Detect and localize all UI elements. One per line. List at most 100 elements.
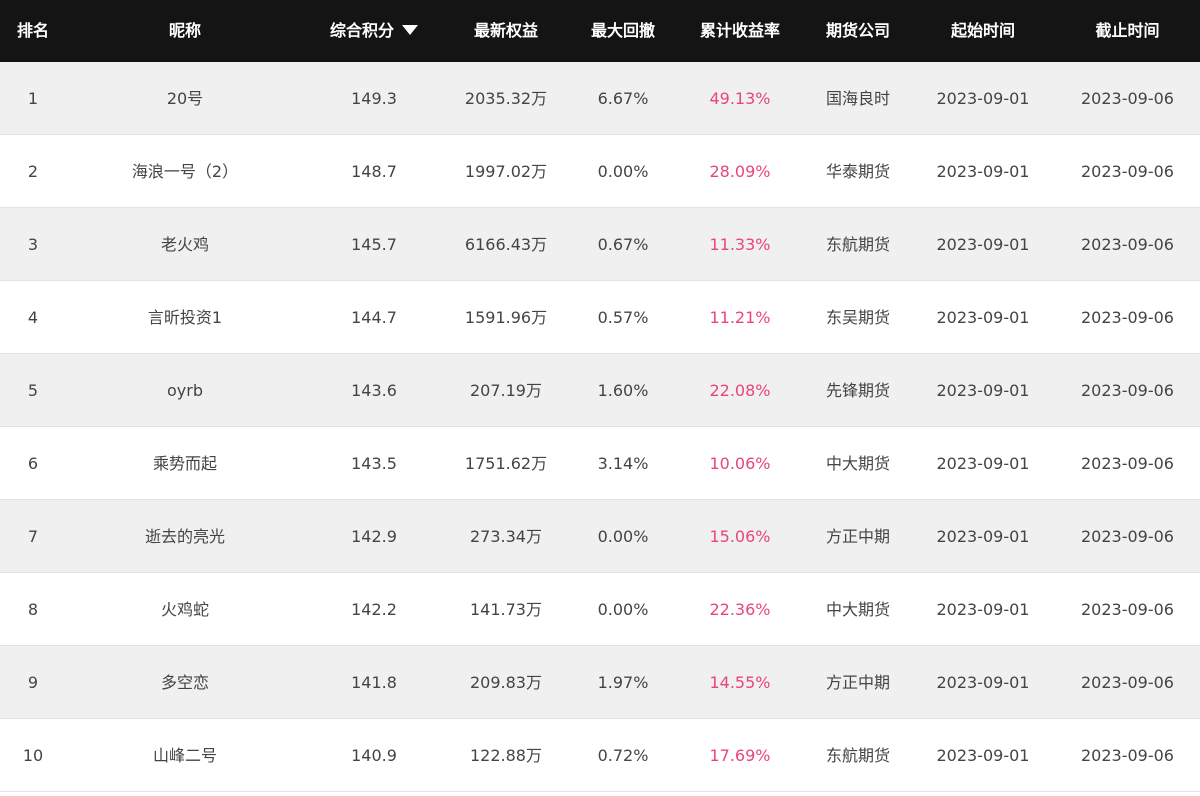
cell-cumulative-return: 14.55%: [709, 673, 771, 692]
cell-start-time: 2023-09-01: [936, 162, 1030, 181]
cell-end-time: 2023-09-06: [1081, 308, 1174, 327]
cell-start-time: 2023-09-01: [936, 673, 1030, 692]
cell-score: 143.5: [351, 454, 397, 473]
cell-equity: 209.83万: [470, 673, 542, 692]
cell-equity: 1751.62万: [464, 454, 548, 473]
cell-cumulative-return: 17.69%: [709, 746, 771, 765]
cell-max-drawdown: 1.60%: [597, 381, 649, 400]
cell-company: 方正中期: [825, 673, 890, 692]
table-row: 2 海浪一号（2） 148.7 1997.02万 0.00% 28.09% 华泰…: [0, 135, 1200, 208]
cell-end-time: 2023-09-06: [1081, 381, 1174, 400]
cell-end-time: 2023-09-06: [1081, 673, 1174, 692]
cell-equity: 6166.43万: [464, 235, 548, 254]
cell-company: 方正中期: [825, 527, 890, 546]
table-row: 7 逝去的亮光 142.9 273.34万 0.00% 15.06% 方正中期 …: [0, 500, 1200, 573]
cell-equity: 1591.96万: [464, 308, 548, 327]
ranking-table: 排名 昵称 综合积分 最新权益 最大回撤 累计收益率 期货公司 起始时间 截止时…: [0, 0, 1200, 796]
header-max-drawdown: 最大回撤: [590, 21, 655, 40]
cell-nickname: 火鸡蛇: [160, 600, 209, 619]
cell-score: 144.7: [351, 308, 397, 327]
cell-end-time: 2023-09-06: [1081, 454, 1174, 473]
cell-company: 华泰期货: [825, 162, 890, 181]
header-nickname: 昵称: [168, 21, 201, 40]
cell-cumulative-return: 22.08%: [709, 381, 771, 400]
cell-nickname: 老火鸡: [160, 235, 209, 254]
cell-nickname: 20号: [166, 89, 204, 108]
cell-rank: 3: [27, 235, 39, 254]
cell-score: 149.3: [351, 89, 397, 108]
table-row: 8 火鸡蛇 142.2 141.73万 0.00% 22.36% 中大期货 20…: [0, 573, 1200, 646]
cell-max-drawdown: 0.72%: [597, 746, 649, 765]
cell-equity: 1997.02万: [464, 162, 548, 181]
cell-max-drawdown: 0.00%: [597, 600, 649, 619]
cell-company: 东航期货: [825, 235, 890, 254]
cell-equity: 141.73万: [470, 600, 542, 619]
cell-start-time: 2023-09-01: [936, 454, 1030, 473]
cell-score: 141.8: [351, 673, 397, 692]
cell-equity: 122.88万: [470, 746, 542, 765]
cell-cumulative-return: 11.33%: [709, 235, 771, 254]
cell-end-time: 2023-09-06: [1081, 527, 1174, 546]
cell-max-drawdown: 0.00%: [597, 162, 649, 181]
cell-company: 中大期货: [825, 600, 890, 619]
cell-nickname: 海浪一号（2）: [131, 162, 239, 181]
table-row: 5 oyrb 143.6 207.19万 1.60% 22.08% 先锋期货 2…: [0, 354, 1200, 427]
cell-rank: 10: [22, 746, 44, 765]
cell-equity: 2035.32万: [464, 89, 548, 108]
cell-company: 先锋期货: [825, 381, 890, 400]
cell-end-time: 2023-09-06: [1081, 746, 1174, 765]
cell-equity: 273.34万: [470, 527, 542, 546]
cell-cumulative-return: 15.06%: [709, 527, 771, 546]
cell-start-time: 2023-09-01: [936, 308, 1030, 327]
cell-start-time: 2023-09-01: [936, 600, 1030, 619]
cell-max-drawdown: 1.97%: [597, 673, 649, 692]
cell-equity: 207.19万: [470, 381, 542, 400]
cell-score: 140.9: [351, 746, 397, 765]
cell-cumulative-return: 22.36%: [709, 600, 771, 619]
table-row: 1 20号 149.3 2035.32万 6.67% 49.13% 国海良时 2…: [0, 62, 1200, 135]
cell-max-drawdown: 3.14%: [597, 454, 649, 473]
header-score-sortable[interactable]: 综合积分: [314, 0, 434, 62]
cell-rank: 6: [27, 454, 39, 473]
cell-nickname: 逝去的亮光: [144, 527, 225, 546]
header-cumulative-return: 累计收益率: [699, 21, 780, 40]
caret-down-icon[interactable]: [402, 24, 418, 35]
cell-company: 东航期货: [825, 746, 890, 765]
cell-company: 东吴期货: [825, 308, 890, 327]
table-row: 3 老火鸡 145.7 6166.43万 0.67% 11.33% 东航期货 2…: [0, 208, 1200, 281]
cell-rank: 9: [27, 673, 39, 692]
cell-rank: 2: [27, 162, 39, 181]
cell-company: 中大期货: [825, 454, 890, 473]
cell-nickname: 山峰二号: [152, 746, 217, 765]
table-row: 6 乘势而起 143.5 1751.62万 3.14% 10.06% 中大期货 …: [0, 427, 1200, 500]
cell-start-time: 2023-09-01: [936, 746, 1030, 765]
header-score-label: 综合积分: [329, 21, 394, 40]
cell-cumulative-return: 28.09%: [709, 162, 771, 181]
cell-score: 142.9: [351, 527, 397, 546]
cell-nickname: 言昕投资1: [147, 308, 223, 327]
header-rank: 排名: [16, 21, 49, 40]
cell-nickname: oyrb: [167, 381, 203, 400]
cell-score: 148.7: [351, 162, 397, 181]
cell-score: 142.2: [351, 600, 397, 619]
header-equity: 最新权益: [473, 21, 538, 40]
header-end-time: 截止时间: [1095, 21, 1160, 40]
cell-nickname: 多空恋: [160, 673, 209, 692]
header-company: 期货公司: [825, 21, 890, 40]
cell-cumulative-return: 10.06%: [709, 454, 771, 473]
table-row: 4 言昕投资1 144.7 1591.96万 0.57% 11.21% 东吴期货…: [0, 281, 1200, 354]
cell-max-drawdown: 0.67%: [597, 235, 649, 254]
cell-rank: 8: [27, 600, 39, 619]
cell-rank: 7: [27, 527, 39, 546]
table-row: 10 山峰二号 140.9 122.88万 0.72% 17.69% 东航期货 …: [0, 719, 1200, 792]
cell-end-time: 2023-09-06: [1081, 235, 1174, 254]
cell-end-time: 2023-09-06: [1081, 600, 1174, 619]
cell-nickname: 乘势而起: [152, 454, 217, 473]
cell-rank: 4: [27, 308, 39, 327]
cell-start-time: 2023-09-01: [936, 381, 1030, 400]
table-header: 排名 昵称 综合积分 最新权益 最大回撤 累计收益率 期货公司 起始时间 截止时…: [0, 0, 1200, 62]
cell-max-drawdown: 0.57%: [597, 308, 649, 327]
cell-start-time: 2023-09-01: [936, 527, 1030, 546]
cell-start-time: 2023-09-01: [936, 89, 1030, 108]
cell-company: 国海良时: [825, 89, 890, 108]
